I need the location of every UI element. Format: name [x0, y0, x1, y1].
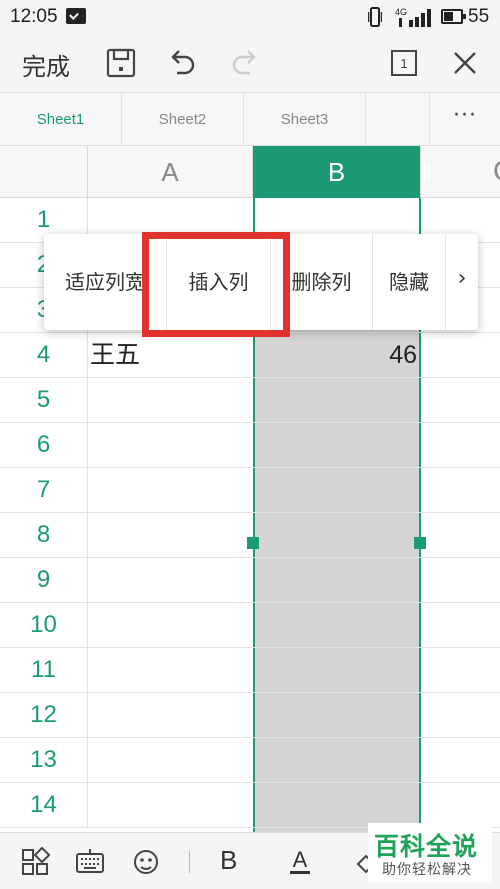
cell-a[interactable]: [88, 468, 253, 512]
row-number[interactable]: 9: [0, 558, 88, 602]
notification-icon: [66, 8, 86, 24]
tab-sheet1[interactable]: Sheet1: [0, 93, 122, 146]
cell-a[interactable]: [88, 423, 253, 467]
table-row: 9: [0, 558, 500, 603]
undo-icon[interactable]: [165, 46, 199, 80]
row-number[interactable]: 13: [0, 738, 88, 782]
watermark-logo: 百科全说 助你轻松解决: [368, 823, 492, 883]
table-row: 8: [0, 513, 500, 558]
row-number[interactable]: 12: [0, 693, 88, 737]
cell-b[interactable]: [253, 603, 421, 647]
table-row: 12: [0, 693, 500, 738]
cell-b[interactable]: [253, 648, 421, 692]
row-number[interactable]: 5: [0, 378, 88, 422]
tab-empty: [366, 93, 430, 146]
table-row: 6: [0, 423, 500, 468]
battery-level: 55: [468, 6, 490, 27]
battery-icon: [441, 9, 466, 24]
cell-b[interactable]: [253, 513, 421, 557]
cell-b[interactable]: [253, 558, 421, 602]
cell-a[interactable]: [88, 693, 253, 737]
menu-item-fit-column-width[interactable]: 适应列宽: [44, 234, 167, 330]
top-toolbar: 完成 1: [0, 34, 500, 92]
table-row: 4 王五 46: [0, 333, 500, 378]
redo-icon[interactable]: [228, 46, 262, 80]
selection-handle-left[interactable]: [247, 537, 259, 549]
row-number[interactable]: 11: [0, 648, 88, 692]
cell-b[interactable]: [253, 693, 421, 737]
keyboard-icon[interactable]: [75, 847, 105, 877]
row-number[interactable]: 4: [0, 333, 88, 377]
cell-a[interactable]: [88, 648, 253, 692]
done-button[interactable]: 完成: [22, 47, 70, 82]
row-number[interactable]: 14: [0, 783, 88, 827]
table-row: 11: [0, 648, 500, 693]
table-row: 7: [0, 468, 500, 513]
row-number[interactable]: 6: [0, 423, 88, 467]
cell-a[interactable]: [88, 378, 253, 422]
save-icon[interactable]: [104, 46, 138, 80]
close-icon[interactable]: [448, 46, 482, 80]
table-row: 5: [0, 378, 500, 423]
font-color-label: A: [293, 847, 308, 872]
cell-b[interactable]: [253, 738, 421, 782]
row-number[interactable]: 10: [0, 603, 88, 647]
table-row: 13: [0, 738, 500, 783]
watermark-title: 百科全说: [374, 832, 479, 861]
watermark-subtitle: 助你轻松解决: [382, 862, 472, 878]
cell-b[interactable]: 46: [253, 333, 421, 377]
cell-a[interactable]: 王五: [88, 333, 253, 377]
cell-b[interactable]: [253, 423, 421, 467]
font-color-icon[interactable]: A: [289, 845, 311, 877]
table-row: 10: [0, 603, 500, 648]
cell-b[interactable]: [253, 378, 421, 422]
cell-a[interactable]: [88, 558, 253, 602]
toolbar-divider: [189, 851, 190, 873]
context-menu: 适应列宽 插入列 删除列 隐藏 ›: [44, 234, 478, 330]
sheet-count-icon[interactable]: 1: [387, 46, 421, 80]
more-sheets-button[interactable]: ···: [430, 93, 500, 146]
network-label: 4G: [395, 7, 407, 17]
bold-icon[interactable]: B: [220, 845, 237, 876]
cell-a[interactable]: [88, 783, 253, 827]
sheet-count: 1: [400, 56, 407, 71]
selection-handle-right[interactable]: [414, 537, 426, 549]
cell-b[interactable]: [253, 783, 421, 827]
cell-b[interactable]: [253, 468, 421, 512]
signal-icon: 4G: [395, 7, 431, 27]
table-row: 14: [0, 783, 500, 828]
status-time: 12:05: [10, 6, 58, 27]
menu-item-delete-column[interactable]: 删除列: [271, 234, 373, 330]
tab-sheet2[interactable]: Sheet2: [122, 93, 244, 146]
apps-icon[interactable]: [20, 847, 50, 877]
vibrate-icon: [368, 7, 382, 27]
sheet-tabs: Sheet1 Sheet2 Sheet3 ···: [0, 92, 500, 146]
emoji-icon[interactable]: [131, 847, 161, 877]
row-number[interactable]: 8: [0, 513, 88, 557]
tab-sheet3[interactable]: Sheet3: [244, 93, 366, 146]
menu-item-hide[interactable]: 隐藏: [373, 234, 446, 330]
menu-more-arrow[interactable]: ›: [446, 234, 478, 330]
cell-a[interactable]: [88, 603, 253, 647]
menu-item-insert-column[interactable]: 插入列: [167, 234, 271, 330]
status-bar: 12:05 4G 55: [0, 0, 500, 34]
row-number[interactable]: 7: [0, 468, 88, 512]
cell-a[interactable]: [88, 738, 253, 782]
cell-a[interactable]: [88, 513, 253, 557]
